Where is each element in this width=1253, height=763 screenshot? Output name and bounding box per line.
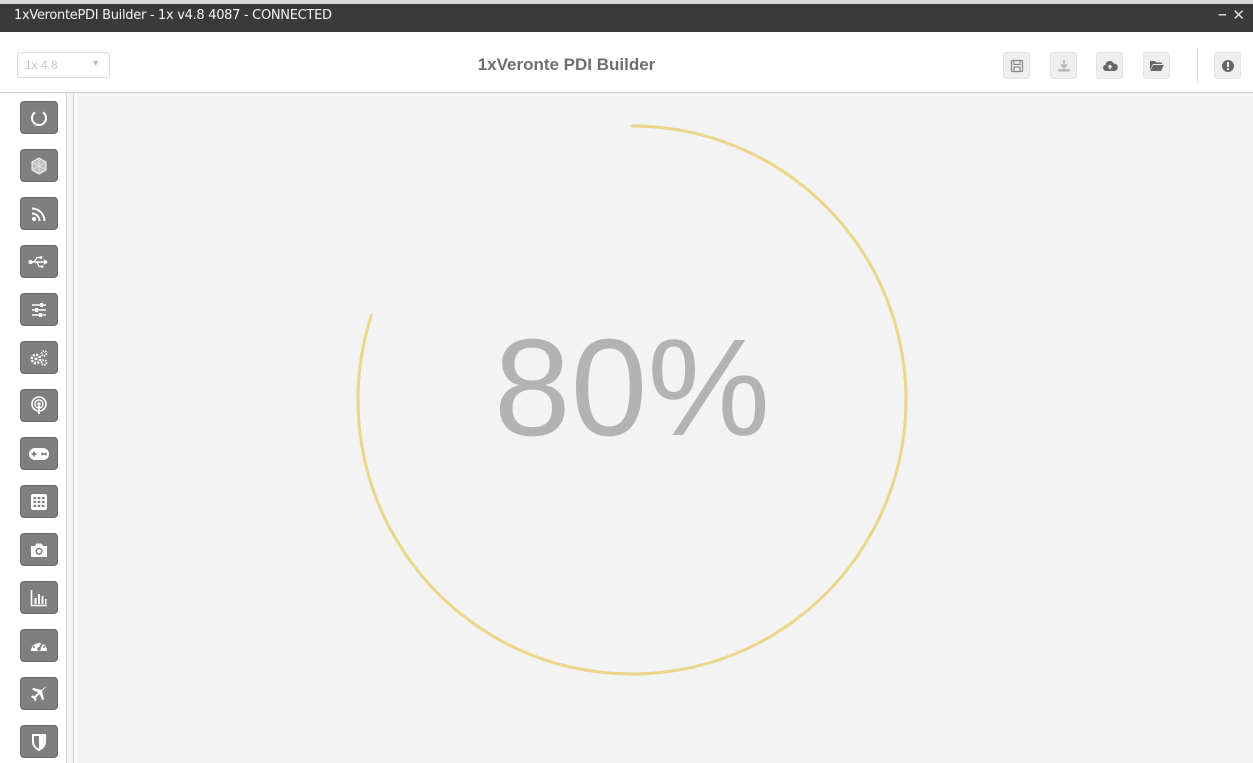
bar-chart-icon <box>30 589 47 606</box>
window-controls: – ✕ <box>1218 6 1245 24</box>
toolbar-separator <box>1197 49 1198 83</box>
sidebar-item-camera[interactable] <box>20 533 58 566</box>
sidebar-item-aircraft[interactable] <box>20 677 58 710</box>
sidebar-item-antenna[interactable] <box>20 389 58 422</box>
rss-signal-icon <box>31 207 46 221</box>
sidebar-item-charts[interactable] <box>20 581 58 614</box>
sidebar-item-gamepad[interactable] <box>20 437 58 470</box>
gamepad-icon <box>29 447 49 460</box>
gauge-dashboard-icon <box>31 641 47 651</box>
download-button[interactable] <box>1050 52 1077 79</box>
sidebar-item-usb[interactable] <box>20 245 58 278</box>
minimize-button[interactable]: – <box>1218 6 1226 24</box>
sidebar-item-security[interactable] <box>20 725 58 758</box>
sidebar-item-gauge[interactable] <box>20 629 58 662</box>
sidebar-item-power[interactable] <box>20 101 58 134</box>
sidebar-item-keypad[interactable] <box>20 485 58 518</box>
sidebar-item-signal[interactable] <box>20 197 58 230</box>
close-button[interactable]: ✕ <box>1232 6 1245 24</box>
sidebar-item-settings[interactable] <box>20 341 58 374</box>
power-ring-icon <box>31 110 47 126</box>
hexagon-network-icon <box>31 156 47 175</box>
main-panel: 80% <box>77 93 1253 763</box>
sidebar-item-sliders[interactable] <box>20 293 58 326</box>
shield-icon <box>32 733 46 751</box>
window-titlebar: 1xVerontePDI Builder - 1x v4.8 4087 - CO… <box>0 0 1253 32</box>
camera-icon <box>31 543 47 557</box>
sidebar-splitter[interactable] <box>66 93 74 763</box>
open-folder-button[interactable] <box>1143 52 1170 79</box>
grid-keypad-icon <box>31 493 47 510</box>
floppy-disk-icon <box>1010 59 1023 72</box>
gears-icon <box>30 349 48 366</box>
window-title: 1xVerontePDI Builder - 1x v4.8 4087 - CO… <box>14 8 332 23</box>
app-title: 1xVeronte PDI Builder <box>477 55 656 74</box>
folder-open-icon <box>1149 61 1164 71</box>
sliders-icon <box>32 302 46 317</box>
podcast-antenna-icon <box>31 395 47 414</box>
save-button[interactable] <box>1003 52 1030 79</box>
usb-icon <box>28 255 48 268</box>
exclamation-circle-icon <box>1221 59 1234 72</box>
info-button[interactable] <box>1214 52 1241 79</box>
download-tray-icon <box>1058 59 1069 71</box>
cloud-upload-icon <box>1102 60 1118 71</box>
cloud-button[interactable] <box>1096 52 1123 79</box>
sidebar-item-network[interactable] <box>20 149 58 182</box>
toolbar: 1x 4.8 ▼ 1xVeronte PDI Builder <box>0 32 1253 93</box>
progress-percentage: 80% <box>493 311 771 465</box>
sidebar <box>0 93 77 763</box>
airplane-icon <box>30 686 46 701</box>
